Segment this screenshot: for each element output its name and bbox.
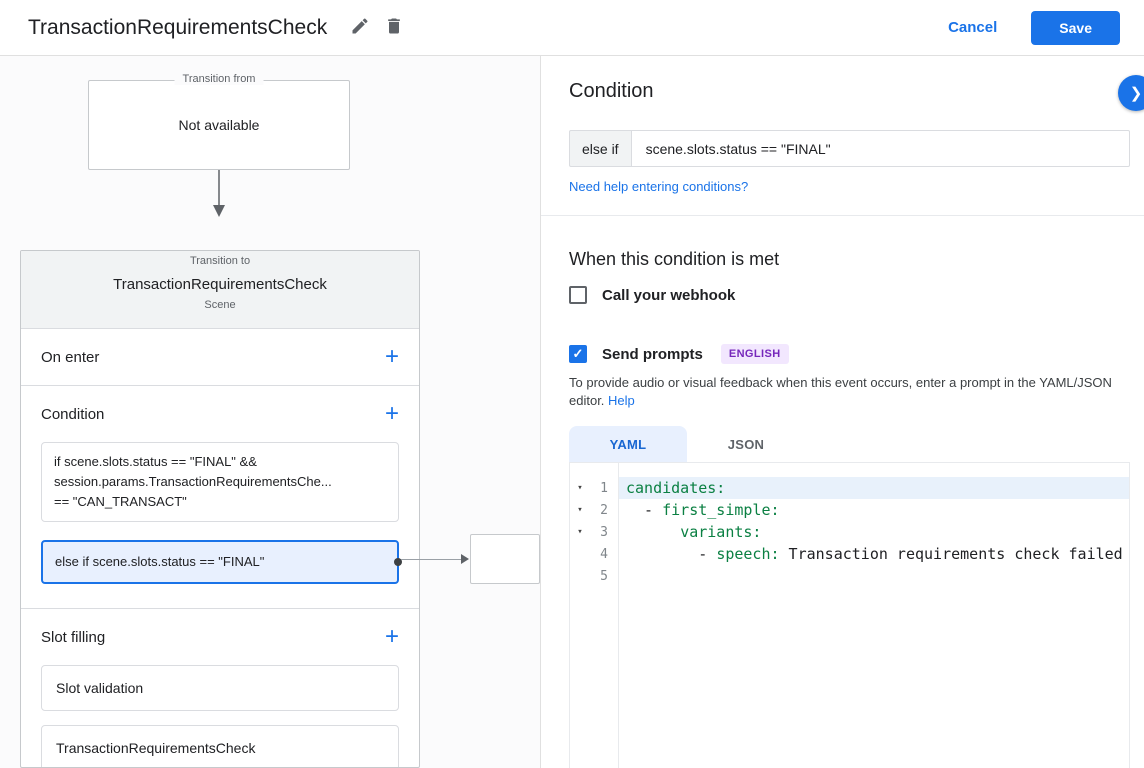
slot-filling-label: Slot filling	[41, 629, 105, 646]
language-badge: ENGLISH	[721, 344, 789, 364]
condition-connector-line	[401, 559, 463, 560]
condition-section: Condition + if scene.slots.status == "FI…	[21, 386, 419, 609]
when-condition-met-title: When this condition is met	[569, 249, 779, 270]
top-header: TransactionRequirementsCheck Cancel Save	[0, 0, 1144, 56]
send-prompts-checkbox[interactable]: ✓	[569, 345, 587, 363]
condition-section-head: Condition +	[21, 386, 419, 442]
condition-line: if scene.slots.status == "FINAL" &&	[54, 452, 386, 472]
code-gutter: 5	[570, 565, 618, 587]
on-enter-label: On enter	[41, 349, 99, 366]
code-content[interactable]: - first_simple:	[618, 499, 1129, 521]
panel-divider	[541, 215, 1144, 216]
add-slot-button[interactable]: +	[385, 625, 399, 649]
scene-title: TransactionRequirementsCheck	[21, 276, 419, 293]
delete-button[interactable]	[377, 11, 411, 45]
prompt-help-link[interactable]: Help	[608, 393, 635, 408]
code-gutter: ▾ 1	[570, 477, 618, 499]
page-title: TransactionRequirementsCheck	[28, 16, 327, 40]
editor-tabs: YAML JSON	[569, 426, 805, 462]
trash-icon	[384, 16, 404, 39]
fold-arrow-icon[interactable]: ▾	[573, 505, 587, 515]
code-token: -	[626, 501, 662, 519]
prompt-description: To provide audio or visual feedback when…	[569, 374, 1134, 410]
code-token-key: variants:	[680, 523, 761, 541]
condition-editor-panel: Condition ❯ else if Need help entering c…	[540, 56, 1144, 768]
slot-filling-section: Slot filling + Slot validation Transacti…	[21, 609, 419, 768]
transition-from-content: Not available	[179, 117, 260, 133]
transition-arrow	[211, 170, 227, 218]
edit-title-button[interactable]	[343, 11, 377, 45]
send-prompts-row: ✓ Send prompts ENGLISH	[569, 344, 789, 364]
add-condition-button[interactable]: +	[385, 402, 399, 426]
condition-item[interactable]: if scene.slots.status == "FINAL" && sess…	[41, 442, 399, 522]
code-token: Transaction requirements check failed	[780, 545, 1123, 563]
scene-subtitle: Scene	[21, 299, 419, 311]
condition-item-selected[interactable]: else if scene.slots.status == "FINAL"	[41, 540, 399, 584]
condition-help-link[interactable]: Need help entering conditions?	[569, 179, 748, 194]
chevron-right-icon: ❯	[1130, 84, 1143, 102]
code-line[interactable]: ▾ 3 variants:	[570, 521, 1129, 543]
add-on-enter-button[interactable]: +	[385, 345, 399, 369]
webhook-checkbox[interactable]	[569, 286, 587, 304]
transition-from-node: Transition from Not available	[88, 80, 350, 170]
code-content[interactable]	[618, 565, 1129, 587]
code-token-key: first_simple:	[662, 501, 779, 519]
tab-json[interactable]: JSON	[687, 426, 805, 462]
condition-line: session.params.TransactionRequirementsCh…	[54, 472, 386, 492]
code-line[interactable]: 4 - speech: Transaction requirements che…	[570, 543, 1129, 565]
line-number: 3	[587, 525, 618, 540]
code-line[interactable]: ▾ 2 - first_simple:	[570, 499, 1129, 521]
line-number: 4	[587, 547, 618, 562]
send-prompts-label: Send prompts	[602, 346, 703, 363]
check-icon: ✓	[573, 346, 584, 362]
fold-arrow-icon[interactable]: ▾	[573, 527, 587, 537]
slot-filling-section-head: Slot filling +	[21, 609, 419, 665]
webhook-row: Call your webhook	[569, 286, 735, 304]
condition-expression-input[interactable]	[632, 130, 1130, 167]
webhook-label: Call your webhook	[602, 287, 735, 304]
scene-node: Transition to TransactionRequirementsChe…	[20, 250, 420, 768]
panel-title: Condition	[569, 80, 654, 103]
line-number: 2	[587, 503, 618, 518]
condition-section-label: Condition	[41, 406, 104, 423]
code-token-key: candidates:	[626, 479, 725, 497]
transition-from-label: Transition from	[175, 73, 264, 85]
fold-arrow-icon[interactable]: ▾	[573, 483, 587, 493]
yaml-code-editor[interactable]: ▾ 1 candidates: ▾ 2 - first_simple: ▾ 3	[569, 462, 1130, 768]
collapse-panel-button[interactable]: ❯	[1118, 75, 1144, 111]
condition-expression-row: else if	[569, 130, 1130, 167]
code-content[interactable]: variants:	[618, 521, 1129, 543]
code-token	[626, 523, 680, 541]
save-button[interactable]: Save	[1031, 11, 1120, 45]
condition-line: == "CAN_TRANSACT"	[54, 492, 386, 512]
line-number: 5	[587, 569, 618, 584]
connector-arrowhead-icon	[461, 554, 469, 564]
gutter-divider	[618, 463, 619, 768]
code-gutter: 4	[570, 543, 618, 565]
code-gutter: ▾ 2	[570, 499, 618, 521]
slot-item[interactable]: Slot validation	[41, 665, 399, 711]
code-token-key: speech:	[716, 545, 779, 563]
code-token: -	[626, 545, 716, 563]
prompt-description-text: To provide audio or visual feedback when…	[569, 375, 1112, 408]
transition-target-node[interactable]	[470, 534, 540, 584]
flow-canvas: Transition from Not available Transition…	[0, 56, 540, 768]
code-line[interactable]: 5	[570, 565, 1129, 587]
code-content[interactable]: - speech: Transaction requirements check…	[618, 543, 1129, 565]
scene-node-header[interactable]: Transition to TransactionRequirementsChe…	[21, 251, 419, 329]
code-gutter: ▾ 3	[570, 521, 618, 543]
condition-prefix-chip: else if	[569, 130, 632, 167]
slot-item[interactable]: TransactionRequirementsCheck	[41, 725, 399, 768]
tab-yaml[interactable]: YAML	[569, 426, 687, 462]
code-line[interactable]: ▾ 1 candidates:	[570, 477, 1129, 499]
code-content[interactable]: candidates:	[618, 477, 1129, 499]
condition-line: else if scene.slots.status == "FINAL"	[55, 552, 264, 572]
pencil-icon	[350, 16, 370, 39]
cancel-button[interactable]: Cancel	[948, 19, 997, 36]
on-enter-row: On enter +	[21, 329, 419, 386]
line-number: 1	[587, 481, 618, 496]
transition-to-label: Transition to	[21, 255, 419, 267]
